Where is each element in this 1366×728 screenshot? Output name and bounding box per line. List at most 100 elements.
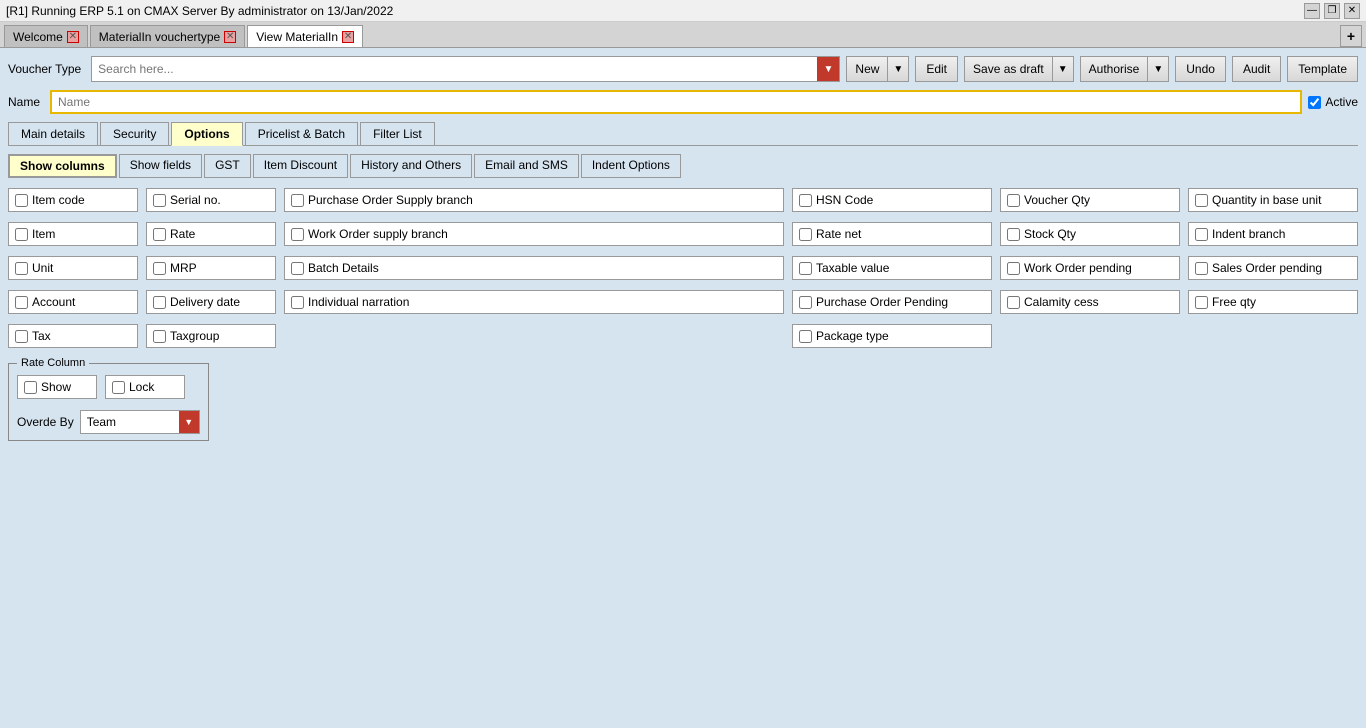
cb-package-type-check[interactable] — [799, 330, 812, 343]
new-button-split: New ▼ — [846, 56, 909, 82]
voucher-type-input[interactable] — [92, 60, 817, 78]
minimize-button[interactable]: — — [1304, 3, 1320, 19]
authorise-arrow[interactable]: ▼ — [1147, 56, 1169, 82]
audit-button[interactable]: Audit — [1232, 56, 1281, 82]
undo-button[interactable]: Undo — [1175, 56, 1226, 82]
sub-tab-show-columns[interactable]: Show columns — [8, 154, 117, 178]
name-input[interactable] — [50, 90, 1302, 114]
override-by-dropdown[interactable]: Team ▼ — [80, 410, 200, 434]
col1-group: Item code Item Unit Account Tax — [8, 188, 138, 353]
sub-tab-indent-options[interactable]: Indent Options — [581, 154, 681, 178]
cb-wo-pending-check[interactable] — [1007, 262, 1020, 275]
cb-unit-check[interactable] — [15, 262, 28, 275]
cb-stock-qty-label: Stock Qty — [1024, 227, 1076, 241]
override-by-label: Overde By — [17, 415, 74, 429]
cb-hsn-code-check[interactable] — [799, 194, 812, 207]
rate-col-lock-check[interactable] — [112, 381, 125, 394]
sub-tab-show-fields[interactable]: Show fields — [119, 154, 202, 178]
cb-taxable-value-check[interactable] — [799, 262, 812, 275]
save-as-draft-button[interactable]: Save as draft — [964, 56, 1052, 82]
cb-qty-base-unit-label: Quantity in base unit — [1212, 193, 1321, 207]
cb-voucher-qty-check[interactable] — [1007, 194, 1020, 207]
cb-item-check[interactable] — [15, 228, 28, 241]
tab-view-materialin[interactable]: View MaterialIn ✕ — [247, 25, 363, 47]
cb-po-supply-branch-check[interactable] — [291, 194, 304, 207]
voucher-type-dropdown-arrow[interactable]: ▼ — [817, 57, 839, 81]
voucher-type-search[interactable]: ▼ — [91, 56, 840, 82]
save-as-draft-split: Save as draft ▼ — [964, 56, 1074, 82]
cb-so-pending-label: Sales Order pending — [1212, 261, 1322, 275]
cb-stock-qty-check[interactable] — [1007, 228, 1020, 241]
cb-indent-branch-label: Indent branch — [1212, 227, 1285, 241]
tab-filter-list[interactable]: Filter List — [360, 122, 435, 145]
restore-button[interactable]: ❐ — [1324, 3, 1340, 19]
tab-view-materialin-close[interactable]: ✕ — [342, 31, 354, 43]
cb-taxgroup: Taxgroup — [146, 324, 276, 348]
active-label: Active — [1325, 95, 1358, 109]
sub-tab-email-sms[interactable]: Email and SMS — [474, 154, 579, 178]
cb-batch-details-check[interactable] — [291, 262, 304, 275]
cb-taxgroup-label: Taxgroup — [170, 329, 219, 343]
new-button[interactable]: New — [846, 56, 887, 82]
cb-qty-base-unit: Quantity in base unit — [1188, 188, 1358, 212]
cb-account-check[interactable] — [15, 296, 28, 309]
tab-bar: Welcome ✕ MaterialIn vouchertype ✕ View … — [0, 22, 1366, 48]
tab-materialin-vouchertype[interactable]: MaterialIn vouchertype ✕ — [90, 25, 245, 47]
cb-calamity-cess-check[interactable] — [1007, 296, 1020, 309]
col4-group: HSN Code Rate net Taxable value Purchase… — [792, 188, 992, 353]
cb-taxgroup-check[interactable] — [153, 330, 166, 343]
cb-wo-supply-branch-check[interactable] — [291, 228, 304, 241]
title-text: [R1] Running ERP 5.1 on CMAX Server By a… — [6, 4, 393, 18]
sub-tab-gst[interactable]: GST — [204, 154, 251, 178]
edit-button[interactable]: Edit — [915, 56, 958, 82]
cb-stock-qty: Stock Qty — [1000, 222, 1180, 246]
cb-rate-net-check[interactable] — [799, 228, 812, 241]
cb-tax-label: Tax — [32, 329, 51, 343]
tab-view-materialin-label: View MaterialIn — [256, 30, 338, 44]
active-checkbox-group: Active — [1308, 95, 1358, 109]
cb-mrp: MRP — [146, 256, 276, 280]
rate-col-show-check[interactable] — [24, 381, 37, 394]
sub-tab-item-discount[interactable]: Item Discount — [253, 154, 348, 178]
cb-batch-details-label: Batch Details — [308, 261, 379, 275]
override-dropdown-arrow[interactable]: ▼ — [179, 411, 199, 433]
cb-free-qty-check[interactable] — [1195, 296, 1208, 309]
rate-col-show-label: Show — [41, 380, 71, 394]
tab-main-details[interactable]: Main details — [8, 122, 98, 145]
cb-indent-branch: Indent branch — [1188, 222, 1358, 246]
rate-column-legend: Rate Column — [17, 357, 89, 369]
cb-tax: Tax — [8, 324, 138, 348]
cb-po-pending-check[interactable] — [799, 296, 812, 309]
authorise-button[interactable]: Authorise — [1080, 56, 1148, 82]
tab-pricelist-batch[interactable]: Pricelist & Batch — [245, 122, 358, 145]
cb-item-code-check[interactable] — [15, 194, 28, 207]
cb-individual-narration-check[interactable] — [291, 296, 304, 309]
template-button[interactable]: Template — [1287, 56, 1358, 82]
tab-materialin-vouchertype-close[interactable]: ✕ — [224, 31, 236, 43]
tab-welcome-close[interactable]: ✕ — [67, 31, 79, 43]
cb-rate-check[interactable] — [153, 228, 166, 241]
cb-tax-check[interactable] — [15, 330, 28, 343]
cb-batch-details: Batch Details — [284, 256, 784, 280]
sub-tab-history-others[interactable]: History and Others — [350, 154, 472, 178]
active-checkbox[interactable] — [1308, 96, 1321, 109]
tab-security[interactable]: Security — [100, 122, 169, 145]
cb-indent-branch-check[interactable] — [1195, 228, 1208, 241]
cb-qty-base-unit-check[interactable] — [1195, 194, 1208, 207]
cb-free-qty-label: Free qty — [1212, 295, 1256, 309]
close-button[interactable]: ✕ — [1344, 3, 1360, 19]
cb-item-label: Item — [32, 227, 55, 241]
new-dropdown-arrow[interactable]: ▼ — [887, 56, 909, 82]
cb-individual-narration-label: Individual narration — [308, 295, 409, 309]
cb-mrp-check[interactable] — [153, 262, 166, 275]
cb-package-type: Package type — [792, 324, 992, 348]
save-as-draft-arrow[interactable]: ▼ — [1052, 56, 1074, 82]
cb-serial-no-check[interactable] — [153, 194, 166, 207]
cb-delivery-date-check[interactable] — [153, 296, 166, 309]
cb-so-pending: Sales Order pending — [1188, 256, 1358, 280]
tab-welcome[interactable]: Welcome ✕ — [4, 25, 88, 47]
cb-so-pending-check[interactable] — [1195, 262, 1208, 275]
cb-rate-label: Rate — [170, 227, 195, 241]
add-tab-button[interactable]: + — [1340, 25, 1362, 47]
tab-options[interactable]: Options — [171, 122, 242, 146]
